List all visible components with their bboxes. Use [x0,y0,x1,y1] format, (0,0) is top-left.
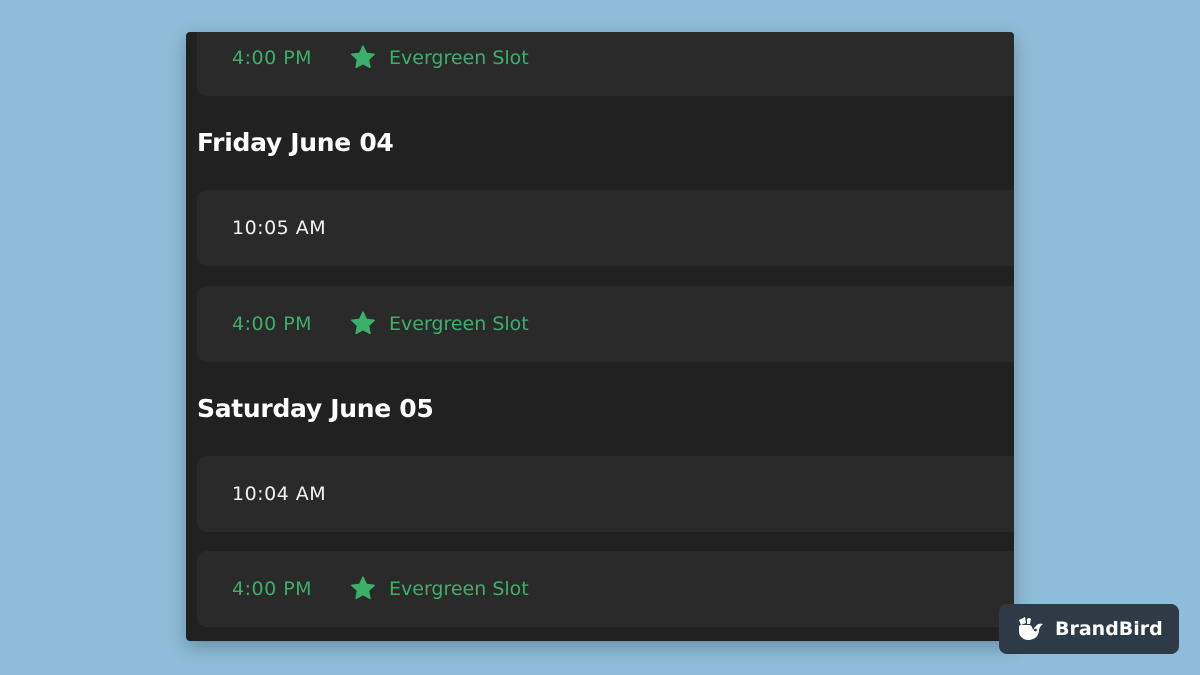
slot-time: 4:00 PM [232,313,313,335]
schedule-slot[interactable]: 10:05 AM [197,190,1014,266]
slot-time: 10:04 AM [232,483,327,505]
brandbird-logo-icon [1019,617,1043,640]
evergreen-label: Evergreen Slot [389,47,529,69]
schedule-slot-evergreen[interactable]: 4:00 PM Evergreen Slot [197,551,1014,627]
schedule-slot[interactable]: 10:04 AM [197,456,1014,532]
brand-name: BrandBird [1055,618,1163,640]
schedule-slot-evergreen[interactable]: 4:00 PM Evergreen Slot [197,286,1014,362]
schedule-panel: 4:00 PM Evergreen Slot Friday June 04 10… [186,32,1014,641]
star-icon [350,311,376,335]
day-heading-friday: Friday June 04 [197,128,394,157]
evergreen-tag: Evergreen Slot [349,310,529,338]
slot-time: 4:00 PM [232,47,313,69]
schedule-slot-evergreen[interactable]: 4:00 PM Evergreen Slot [197,32,1014,96]
evergreen-label: Evergreen Slot [389,313,529,335]
evergreen-label: Evergreen Slot [389,578,529,600]
star-icon [350,576,376,600]
day-heading-saturday: Saturday June 05 [197,394,434,423]
brandbird-watermark: BrandBird [999,604,1179,654]
slot-time: 10:05 AM [232,217,327,239]
evergreen-tag: Evergreen Slot [349,575,529,603]
evergreen-tag: Evergreen Slot [349,44,529,72]
star-icon [350,45,376,69]
slot-time: 4:00 PM [232,578,313,600]
